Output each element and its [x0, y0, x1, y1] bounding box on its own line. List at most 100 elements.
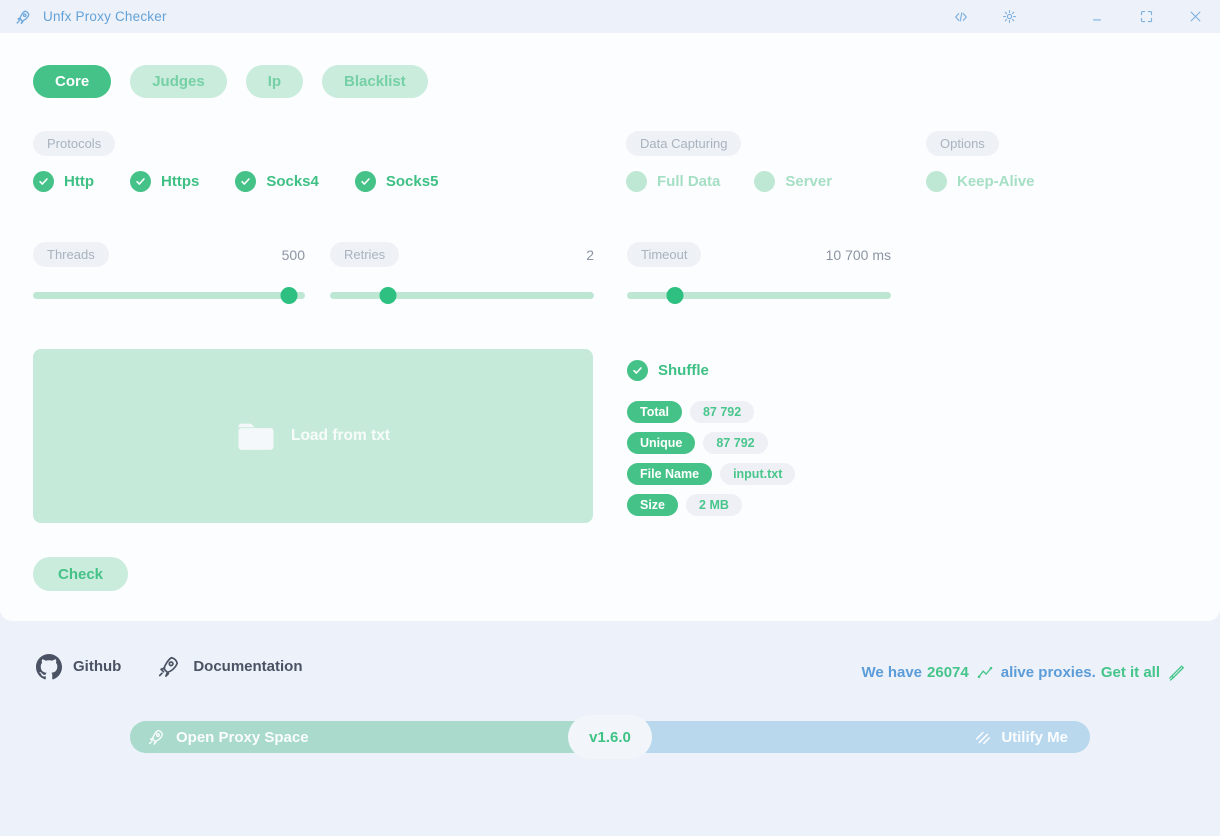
stat-row-file-name: File Name input.txt	[627, 463, 796, 485]
tab-blacklist[interactable]: Blacklist	[322, 65, 428, 98]
timeout-slider-knob[interactable]	[666, 287, 684, 304]
data-capturing-row: Full Data Server	[626, 171, 832, 192]
code-icon[interactable]	[952, 8, 970, 26]
timeout-slider-track[interactable]	[627, 287, 891, 304]
titlebar: Unfx Proxy Checker	[0, 0, 1220, 33]
load-from-txt-label: Load from txt	[290, 427, 391, 444]
load-from-txt-dropzone[interactable]: Load from txt	[33, 349, 593, 523]
stat-key-badge: Unique	[627, 432, 696, 454]
checkbox-shuffle[interactable]: Shuffle	[627, 360, 709, 381]
documentation-link[interactable]: Documentation	[155, 653, 303, 680]
timeout-chip: Timeout	[627, 242, 702, 267]
retries-chip: Retries	[330, 242, 400, 267]
stripes-icon	[974, 728, 992, 746]
unchecked-circle-icon	[754, 171, 776, 192]
checkbox-keep-alive[interactable]: Keep-Alive	[926, 171, 1035, 192]
checkbox-full-data[interactable]: Full Data	[626, 171, 720, 192]
stat-value-badge: 87 792	[689, 401, 755, 423]
check-icon	[130, 171, 151, 192]
slider-head: Timeout 10 700 ms	[627, 242, 891, 267]
check-icon	[33, 171, 54, 192]
threads-value: 500	[281, 246, 305, 263]
tab-ip[interactable]: Ip	[245, 65, 304, 98]
open-proxy-space-label: Open Proxy Space	[176, 728, 309, 746]
version-badge: v1.6.0	[568, 715, 652, 759]
documentation-label: Documentation	[193, 658, 303, 675]
stat-value-badge: input.txt	[720, 463, 796, 485]
threads-slider-knob[interactable]	[280, 287, 298, 304]
open-proxy-space-link[interactable]: Open Proxy Space	[130, 721, 610, 753]
file-stats-list: Total 87 792 Unique 87 792 File Name inp…	[627, 401, 796, 516]
promo-alive-proxies: alive proxies.	[1000, 664, 1096, 681]
unchecked-circle-icon	[926, 171, 947, 192]
checkbox-server[interactable]: Server	[754, 171, 832, 192]
protocols-chip: Protocols	[33, 131, 116, 156]
options-section: Options Keep-Alive	[926, 131, 1035, 192]
checkbox-socks5[interactable]: Socks5	[354, 171, 439, 192]
retries-value: 2	[586, 246, 594, 263]
checkbox-http[interactable]: Http	[33, 171, 94, 192]
promo-we-have: We have	[861, 664, 923, 681]
threads-chip: Threads	[33, 242, 109, 267]
footer-links: Github Documentation	[36, 653, 303, 680]
threads-slider-track[interactable]	[33, 287, 305, 304]
check-icon	[235, 171, 257, 192]
close-icon[interactable]	[1186, 8, 1204, 26]
checkbox-label: Socks4	[266, 173, 319, 190]
stat-row-size: Size 2 MB	[627, 494, 795, 516]
app-window: Unfx Proxy Checker Core Judges Ip Blackl…	[0, 0, 1220, 836]
protocols-section: Protocols Http Https Socks4 Socks5	[33, 131, 438, 192]
options-row: Keep-Alive	[926, 171, 1035, 192]
checkbox-label: Https	[161, 173, 200, 190]
checkbox-label: Keep-Alive	[957, 173, 1035, 190]
retries-slider-track[interactable]	[330, 287, 594, 304]
threads-slider-group: Threads 500	[33, 242, 305, 304]
checkbox-socks4[interactable]: Socks4	[235, 171, 319, 192]
maximize-icon[interactable]	[1137, 8, 1155, 26]
rocket-icon	[155, 653, 182, 680]
minimize-icon[interactable]	[1088, 8, 1106, 26]
tab-judges[interactable]: Judges	[130, 65, 227, 98]
stat-key-badge: Size	[627, 494, 679, 516]
slider-head: Threads 500	[33, 242, 305, 267]
rocket-icon	[146, 727, 166, 747]
check-icon	[354, 171, 376, 192]
stat-value-badge: 2 MB	[686, 494, 742, 516]
rocket-icon	[14, 8, 32, 26]
folder-icon	[236, 421, 276, 452]
retries-slider-knob[interactable]	[379, 287, 397, 304]
github-link[interactable]: Github	[36, 653, 122, 680]
data-capturing-section: Data Capturing Full Data Server	[626, 131, 832, 192]
utilify-me-label: Utilify Me	[1001, 728, 1068, 746]
unchecked-circle-icon	[626, 171, 647, 192]
data-capturing-chip: Data Capturing	[626, 131, 742, 156]
checkbox-label: Socks5	[385, 173, 439, 190]
timeout-value: 10 700 ms	[825, 246, 891, 263]
stat-row-unique: Unique 87 792	[627, 432, 795, 454]
get-it-all-link[interactable]: Get it all	[1101, 664, 1160, 681]
shuffle-section: Shuffle	[627, 360, 709, 381]
alive-proxies-promo: We have 26074 alive proxies. Get it all	[861, 663, 1188, 682]
checkbox-label: Http	[64, 173, 94, 190]
protocols-row: Http Https Socks4 Socks5	[33, 171, 438, 192]
timeout-slider-group: Timeout 10 700 ms	[627, 242, 891, 304]
utilify-me-link[interactable]: Utilify Me	[610, 721, 1090, 753]
sun-icon[interactable]	[1000, 8, 1018, 26]
stat-value-badge: 87 792	[703, 432, 768, 454]
stat-row-total: Total 87 792	[627, 401, 795, 423]
tab-core[interactable]: Core	[33, 65, 112, 98]
promo-count: 26074	[927, 664, 969, 681]
github-label: Github	[73, 658, 122, 675]
pulse-icon	[974, 665, 996, 681]
checkbox-label: Server	[785, 173, 833, 190]
check-button[interactable]: Check	[33, 557, 129, 591]
window-title: Unfx Proxy Checker	[43, 9, 167, 24]
options-chip: Options	[926, 131, 999, 156]
github-icon	[36, 653, 62, 680]
bottom-bar: Open Proxy Space Utilify Me v1.6.0	[130, 715, 1090, 759]
retries-slider-group: Retries 2	[330, 242, 594, 304]
checkbox-https[interactable]: Https	[130, 171, 199, 192]
slider-head: Retries 2	[330, 242, 594, 267]
checkbox-label: Full Data	[657, 173, 721, 190]
check-icon	[627, 360, 648, 381]
